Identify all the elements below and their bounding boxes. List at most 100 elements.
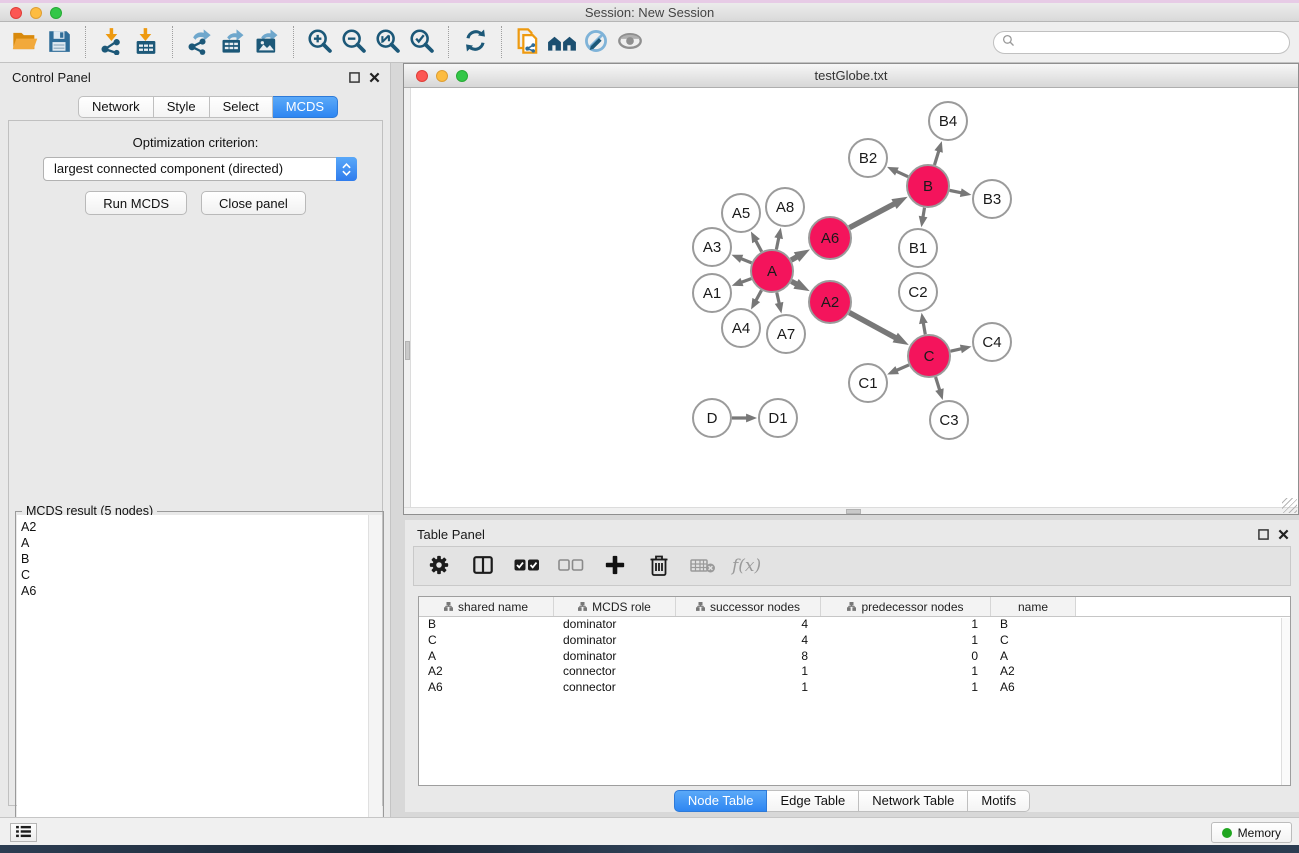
graph-node-A7[interactable]: A7 [767, 315, 805, 353]
network-minimize-button[interactable] [436, 70, 448, 82]
clone-network-button[interactable] [511, 25, 545, 59]
mcds-result-item[interactable]: A [21, 535, 369, 551]
mcds-result-item[interactable]: C [21, 567, 369, 583]
table-cell[interactable]: B [419, 617, 554, 633]
graph-node-A3[interactable]: A3 [693, 228, 731, 266]
deselect-all-button[interactable] [556, 551, 586, 581]
table-row[interactable]: Adominator80A [419, 649, 1290, 665]
table-cell[interactable]: 1 [676, 680, 821, 696]
graph-edge-B-B4[interactable] [934, 150, 939, 165]
graph-edge-B-B2[interactable] [895, 171, 908, 177]
column-header-MCDS-role[interactable]: MCDS role [554, 597, 676, 616]
graph-node-D1[interactable]: D1 [759, 399, 797, 437]
table-cell[interactable]: A6 [991, 680, 1076, 696]
table-cell[interactable]: A6 [419, 680, 554, 696]
delete-column-button[interactable] [644, 551, 674, 581]
search-input[interactable] [1020, 36, 1281, 50]
column-header-predecessor-nodes[interactable]: predecessor nodes [821, 597, 991, 616]
network-zoom-button[interactable] [456, 70, 468, 82]
zoom-out-button[interactable] [337, 25, 371, 59]
graph-node-B[interactable]: B [907, 165, 949, 207]
graph-node-C3[interactable]: C3 [930, 401, 968, 439]
table-cell[interactable]: B [991, 617, 1076, 633]
table-cell[interactable]: connector [554, 680, 676, 696]
tab-mcds[interactable]: MCDS [273, 96, 338, 118]
graph-node-C2[interactable]: C2 [899, 273, 937, 311]
memory-button[interactable]: Memory [1211, 822, 1292, 843]
minimize-window-button[interactable] [30, 7, 42, 19]
graph-node-C[interactable]: C [908, 335, 950, 377]
graph-edge-C-C1[interactable] [895, 365, 909, 371]
network-canvas[interactable]: B4B2BB3A5A8A6A3B1AA1A2C2A4A7C4CC1C3DD1 [404, 88, 1298, 514]
select-all-button[interactable] [512, 551, 542, 581]
tab-edge-table[interactable]: Edge Table [767, 790, 859, 812]
zoom-in-button[interactable] [303, 25, 337, 59]
table-cell[interactable]: 1 [676, 664, 821, 680]
open-file-button[interactable] [8, 25, 42, 59]
export-image-button[interactable] [250, 25, 284, 59]
import-network-button[interactable] [95, 25, 129, 59]
close-window-button[interactable] [10, 7, 22, 19]
graph-node-A5[interactable]: A5 [722, 194, 760, 232]
tab-node-table[interactable]: Node Table [674, 790, 768, 812]
tab-select[interactable]: Select [210, 96, 273, 118]
float-panel-icon[interactable] [349, 70, 360, 88]
graph-edge-A6-B[interactable] [849, 203, 895, 228]
table-cell[interactable]: 1 [821, 633, 991, 649]
table-cell[interactable]: 4 [676, 617, 821, 633]
table-row[interactable]: A2connector11A2 [419, 664, 1290, 680]
graph-node-A8[interactable]: A8 [766, 188, 804, 226]
hide-labels-button[interactable] [579, 25, 613, 59]
graph-edge-B-B3[interactable] [950, 190, 963, 193]
table-row[interactable]: Cdominator41C [419, 633, 1290, 649]
table-row[interactable]: Bdominator41B [419, 617, 1290, 633]
table-cell[interactable]: C [419, 633, 554, 649]
show-graphics-details-button[interactable] [613, 25, 647, 59]
save-session-button[interactable] [42, 25, 76, 59]
graph-edge-A-A8[interactable] [776, 236, 779, 249]
table-cell[interactable]: A [991, 649, 1076, 665]
graph-edge-A-A5[interactable] [755, 239, 762, 251]
close-panel-button[interactable]: Close panel [201, 191, 306, 215]
zoom-window-button[interactable] [50, 7, 62, 19]
graph-node-C1[interactable]: C1 [849, 364, 887, 402]
network-close-button[interactable] [416, 70, 428, 82]
column-header-name[interactable]: name [991, 597, 1076, 616]
close-panel-icon[interactable] [369, 70, 380, 88]
graph-node-D[interactable]: D [693, 399, 731, 437]
export-table-button[interactable] [216, 25, 250, 59]
resize-grip[interactable] [1282, 498, 1297, 513]
graph-edge-C-C3[interactable] [936, 377, 941, 391]
show-tasks-button[interactable] [10, 823, 37, 842]
table-row[interactable]: A6connector11A6 [419, 680, 1290, 696]
graph-node-A6[interactable]: A6 [809, 217, 851, 259]
export-network-button[interactable] [182, 25, 216, 59]
graph-node-B4[interactable]: B4 [929, 102, 967, 140]
network-vertical-scrollbar[interactable] [404, 88, 411, 514]
table-cell[interactable]: C [991, 633, 1076, 649]
table-cell[interactable]: 1 [821, 680, 991, 696]
run-mcds-button[interactable]: Run MCDS [85, 191, 187, 215]
graph-node-B2[interactable]: B2 [849, 139, 887, 177]
zoom-fit-button[interactable] [371, 25, 405, 59]
graph-edge-A2-C[interactable] [849, 313, 897, 339]
table-cell[interactable]: 1 [821, 617, 991, 633]
tab-style[interactable]: Style [154, 96, 210, 118]
table-cell[interactable]: 0 [821, 649, 991, 665]
graph-node-A1[interactable]: A1 [693, 274, 731, 312]
graph-node-B1[interactable]: B1 [899, 229, 937, 267]
graph-node-A[interactable]: A [751, 250, 793, 292]
graph-node-A4[interactable]: A4 [722, 309, 760, 347]
zoom-selected-button[interactable] [405, 25, 439, 59]
add-column-button[interactable] [600, 551, 630, 581]
column-header-successor-nodes[interactable]: successor nodes [676, 597, 821, 616]
table-cell[interactable]: dominator [554, 617, 676, 633]
mcds-result-item[interactable]: A6 [21, 583, 369, 599]
first-neighbors-button[interactable] [545, 25, 579, 59]
result-scrollbar[interactable] [368, 515, 382, 853]
table-cell[interactable]: 4 [676, 633, 821, 649]
table-cell[interactable]: connector [554, 664, 676, 680]
close-panel-icon[interactable] [1278, 527, 1289, 545]
graph-node-B3[interactable]: B3 [973, 180, 1011, 218]
float-panel-icon[interactable] [1258, 527, 1269, 545]
